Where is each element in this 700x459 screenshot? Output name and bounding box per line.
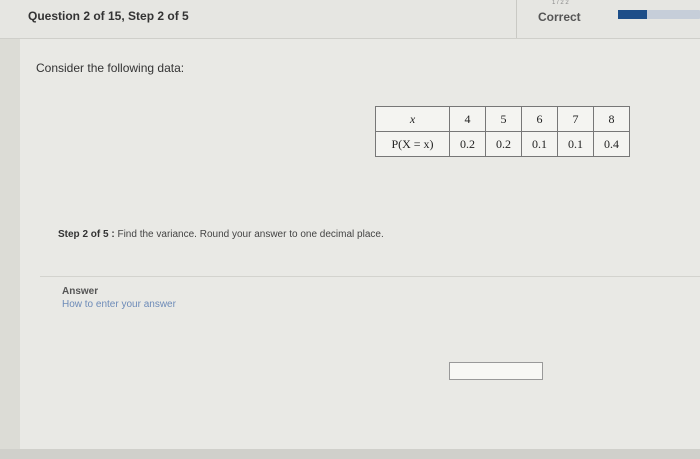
progress-bar — [618, 10, 700, 19]
table-cell: 0.1 — [521, 131, 558, 157]
step-text: Find the variance. Round your answer to … — [117, 229, 384, 240]
table-cell: 5 — [485, 106, 522, 132]
question-prompt: Consider the following data: — [36, 61, 185, 75]
row-header-probability: P(X = x) — [375, 131, 450, 157]
table-cell: 0.2 — [449, 131, 486, 157]
row-header-x: x — [375, 106, 450, 132]
progress-fill — [618, 10, 647, 19]
question-header: Question 2 of 15, Step 2 of 5 1 / 2 2 Co… — [0, 0, 700, 39]
table-cell: 7 — [557, 106, 594, 132]
step-instruction: Step 2 of 5 : Find the variance. Round y… — [58, 229, 384, 240]
section-divider — [40, 276, 700, 277]
table-cell: 0.1 — [557, 131, 594, 157]
table-cell: 4 — [449, 106, 486, 132]
answer-label: Answer — [62, 286, 99, 297]
table-cell: 0.2 — [485, 131, 522, 157]
question-body: Consider the following data: x 4 5 6 7 8… — [20, 39, 700, 459]
status-label: Correct — [538, 10, 581, 24]
question-progress-label: Question 2 of 15, Step 2 of 5 — [28, 9, 189, 23]
answer-input[interactable] — [449, 362, 543, 380]
table-row-x: x 4 5 6 7 8 — [375, 106, 630, 132]
table-cell: 8 — [593, 106, 630, 132]
probability-table: x 4 5 6 7 8 P(X = x) 0.2 0.2 0.1 0.1 0.4 — [375, 106, 630, 157]
step-label: Step 2 of 5 : — [58, 229, 115, 240]
bottom-strip — [0, 449, 700, 459]
table-cell: 0.4 — [593, 131, 630, 157]
status-superscript: 1 / 2 2 — [552, 0, 569, 6]
how-to-enter-answer-link[interactable]: How to enter your answer — [62, 299, 176, 310]
header-divider — [516, 0, 517, 38]
table-row-probability: P(X = x) 0.2 0.2 0.1 0.1 0.4 — [375, 131, 630, 157]
table-cell: 6 — [521, 106, 558, 132]
